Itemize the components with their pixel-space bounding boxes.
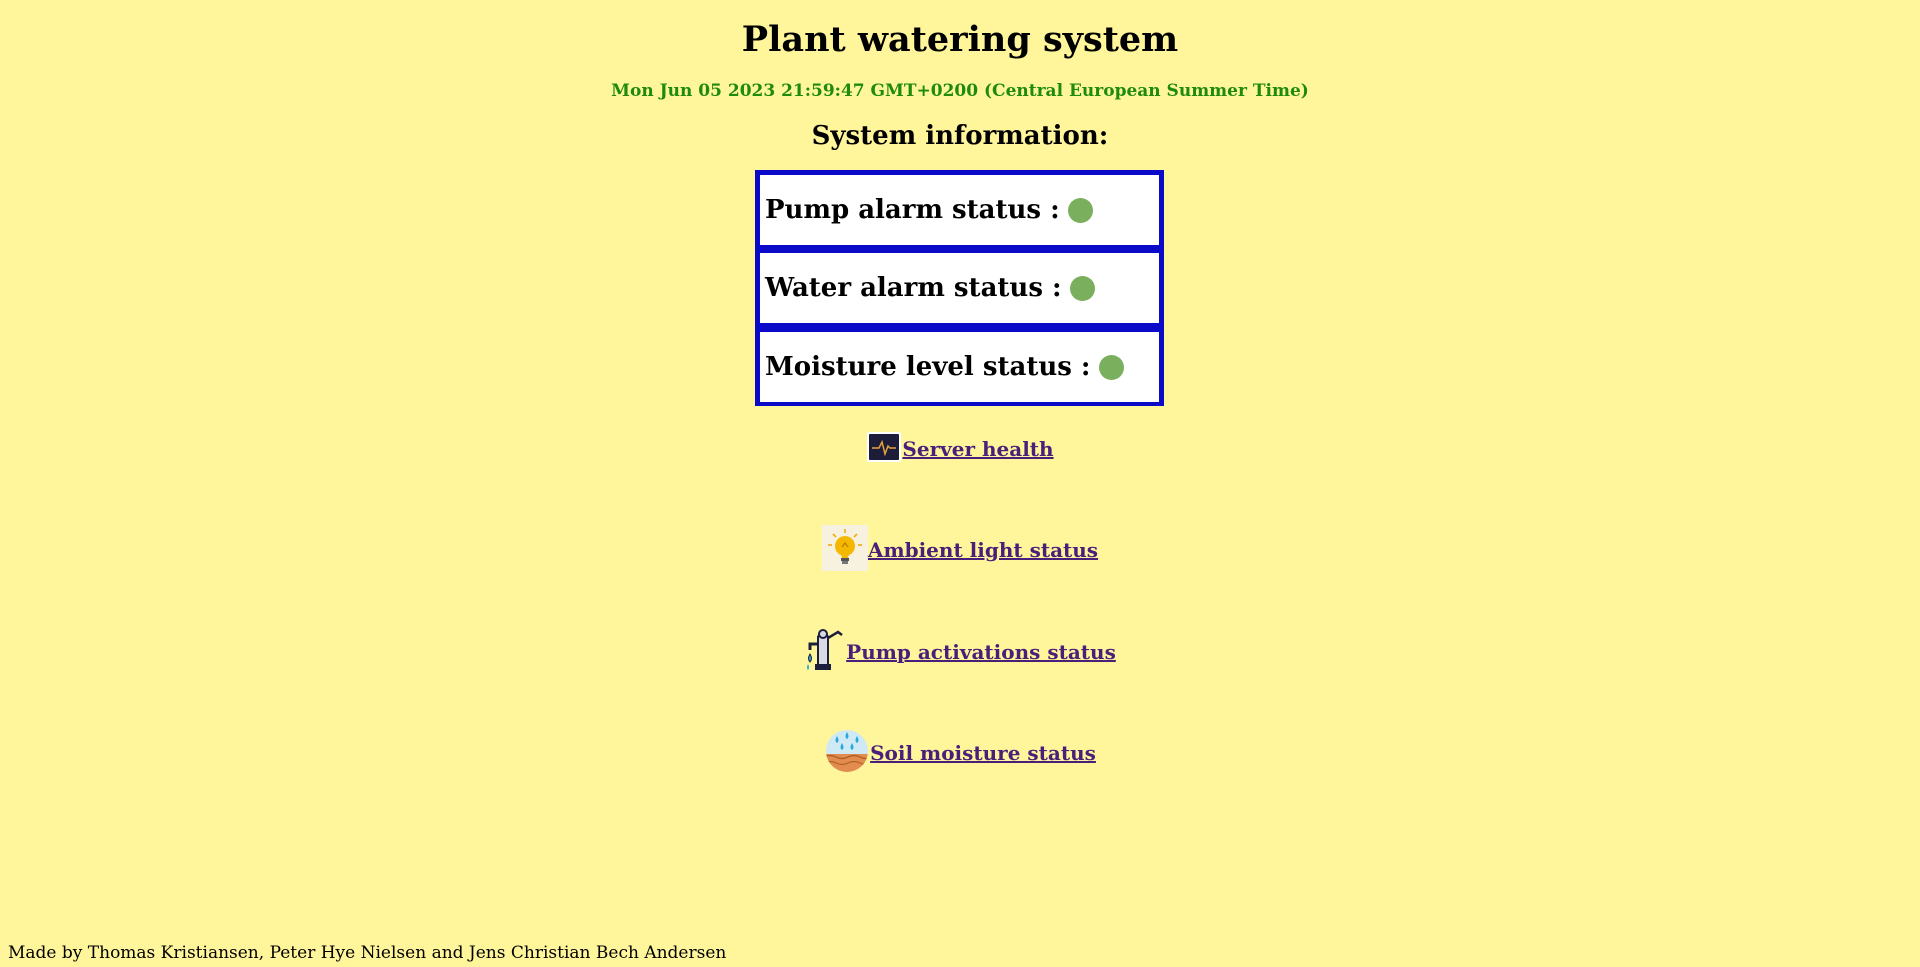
- current-datetime: Mon Jun 05 2023 21:59:47 GMT+0200 (Centr…: [611, 81, 1309, 101]
- light-bulb-icon[interactable]: [821, 525, 868, 575]
- soil-moisture-status-link[interactable]: Soil moisture status: [870, 741, 1096, 765]
- water-pump-icon[interactable]: [804, 626, 846, 678]
- water-alarm-status-label: Water alarm status :: [765, 273, 1062, 303]
- pump-alarm-status-indicator: [1067, 197, 1093, 223]
- footer-credits: Made by Thomas Kristiansen, Peter Hye Ni…: [8, 943, 727, 963]
- pump-alarm-status-row: Pump alarm status :: [760, 175, 1159, 245]
- pump-activations-status-link[interactable]: Pump activations status: [846, 640, 1116, 664]
- moisture-level-status-indicator: [1098, 354, 1124, 380]
- soil-moisture-icon[interactable]: [824, 728, 870, 778]
- ambient-light-link-row: Ambient light status: [0, 525, 1920, 575]
- moisture-level-status-label: Moisture level status :: [765, 352, 1091, 382]
- pulse-monitor-icon[interactable]: [866, 431, 902, 467]
- ambient-light-status-link[interactable]: Ambient light status: [868, 538, 1098, 562]
- moisture-level-status-row: Moisture level status :: [760, 332, 1159, 402]
- water-alarm-status-row: Water alarm status :: [760, 253, 1159, 323]
- server-health-link[interactable]: Server health: [902, 437, 1053, 461]
- water-alarm-status-indicator: [1069, 275, 1095, 301]
- server-health-link-row: Server health: [0, 431, 1920, 467]
- page-title: Plant watering system: [741, 19, 1179, 60]
- soil-moisture-link-row: Soil moisture status: [0, 728, 1920, 778]
- pump-activations-link-row: Pump activations status: [0, 626, 1920, 678]
- pump-alarm-status-label: Pump alarm status :: [765, 195, 1060, 225]
- system-status-table: Pump alarm status : Water alarm status :…: [755, 170, 1164, 406]
- system-info-heading: System information:: [811, 121, 1109, 151]
